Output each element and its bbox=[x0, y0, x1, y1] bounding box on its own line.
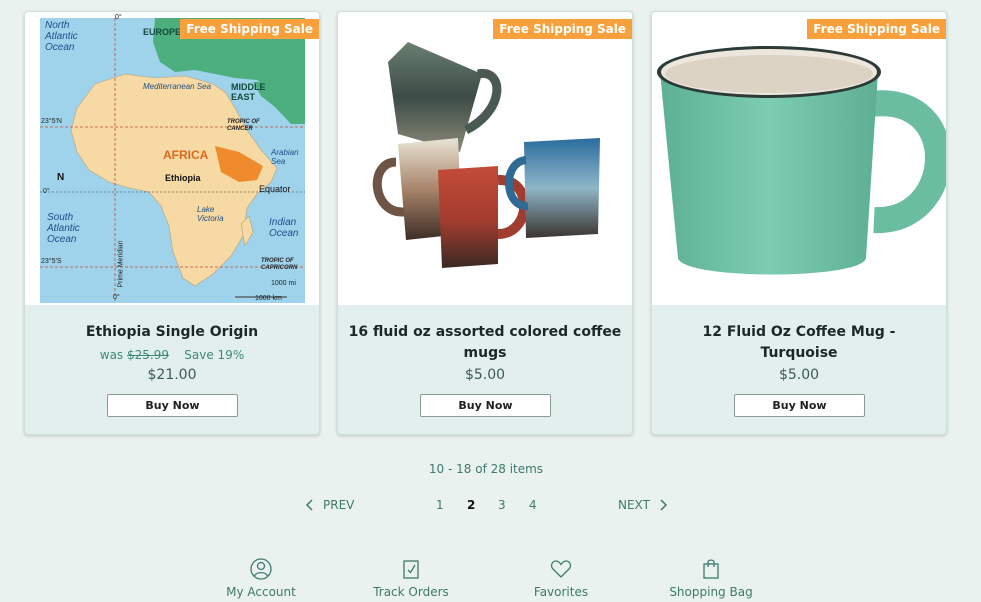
next-label: NEXT bbox=[618, 498, 650, 512]
product-title[interactable]: Ethiopia Single Origin bbox=[35, 322, 309, 343]
page-3-link[interactable]: 3 bbox=[498, 498, 506, 512]
map-label: 0° bbox=[113, 294, 120, 301]
map-label: EUROPE bbox=[143, 27, 182, 37]
map-label: Mediterranean Sea bbox=[143, 82, 212, 91]
save-percent: Save 19% bbox=[184, 348, 245, 362]
free-shipping-badge: Free Shipping Sale bbox=[807, 19, 946, 39]
map-label: 1000 mi bbox=[271, 280, 296, 287]
user-icon bbox=[250, 558, 272, 580]
map-label: Indian Ocean bbox=[269, 217, 299, 239]
assorted-mugs-image bbox=[372, 42, 600, 268]
buy-now-button[interactable]: Buy Now bbox=[420, 394, 551, 417]
free-shipping-badge: Free Shipping Sale bbox=[493, 19, 632, 39]
product-card[interactable]: North Atlantic Ocean 0° EUROPE Mediterra… bbox=[24, 11, 320, 435]
map-label: South Atlantic Ocean bbox=[47, 212, 80, 245]
next-page-button[interactable]: NEXT bbox=[618, 498, 668, 512]
chevron-right-icon bbox=[660, 499, 667, 511]
map-label: 23°5'N bbox=[41, 118, 62, 125]
page-2-link[interactable]: 2 bbox=[467, 498, 475, 512]
map-label: Prime Meridian bbox=[117, 240, 125, 288]
sale-info: was $25.99 Save 19% bbox=[25, 348, 319, 362]
turquoise-mug-image bbox=[657, 46, 946, 275]
pagination-info: 10 - 18 of 28 items bbox=[428, 462, 544, 476]
prev-label: PREV bbox=[323, 498, 355, 512]
product-image-assorted-mugs[interactable]: Free Shipping Sale bbox=[338, 12, 632, 305]
was-price: $25.99 bbox=[127, 348, 170, 362]
product-image-africa-map[interactable]: North Atlantic Ocean 0° EUROPE Mediterra… bbox=[25, 12, 319, 305]
product-price: $5.00 bbox=[464, 367, 506, 383]
buy-now-button[interactable]: Buy Now bbox=[107, 394, 238, 417]
was-label: was bbox=[99, 348, 124, 362]
footer-label: Track Orders bbox=[373, 585, 449, 599]
product-image-turquoise-mug[interactable]: Free Shipping Sale bbox=[652, 12, 946, 305]
map-label: MIDDLE EAST bbox=[231, 82, 266, 102]
map-label: TROPIC OF CAPRICORN bbox=[261, 258, 298, 271]
map-labels: North Atlantic Ocean 0° EUROPE Mediterra… bbox=[25, 12, 319, 305]
buy-now-button[interactable]: Buy Now bbox=[734, 394, 865, 417]
prev-page-button[interactable]: PREV bbox=[305, 498, 354, 512]
map-label: TROPIC OF CANCER bbox=[227, 119, 260, 132]
map-label: AFRICA bbox=[163, 148, 209, 162]
footer-label: Favorites bbox=[533, 585, 589, 599]
heart-icon bbox=[550, 560, 572, 578]
footer-favorites[interactable]: Favorites bbox=[501, 558, 621, 599]
footer-label: Shopping Bag bbox=[669, 585, 753, 599]
map-label: Ethiopia bbox=[165, 173, 201, 183]
footer-my-account[interactable]: My Account bbox=[201, 558, 321, 599]
product-title[interactable]: 12 Fluid Oz Coffee Mug - Turquoise bbox=[662, 322, 936, 364]
map-label: Arabian Sea bbox=[271, 148, 299, 166]
map-label: 0° bbox=[43, 188, 50, 195]
chevron-left-icon bbox=[305, 499, 313, 511]
map-label: N bbox=[57, 172, 65, 183]
product-title[interactable]: 16 fluid oz assorted colored coffee mugs bbox=[348, 322, 622, 364]
product-card[interactable]: Free Shipping Sale 16 fluid oz assorted … bbox=[337, 11, 633, 435]
map-label: 1000 km bbox=[255, 295, 282, 302]
map-label: 23°5'S bbox=[41, 258, 62, 265]
map-label: Lake Victoria bbox=[197, 205, 224, 223]
map-label: Equator bbox=[259, 184, 291, 194]
shopping-bag-icon bbox=[703, 559, 719, 579]
footer-label: My Account bbox=[226, 585, 296, 599]
footer-track-orders[interactable]: Track Orders bbox=[351, 558, 471, 599]
map-label: North Atlantic Ocean bbox=[45, 20, 78, 53]
page-4-link[interactable]: 4 bbox=[529, 498, 537, 512]
map-label: 0° bbox=[115, 14, 122, 21]
clipboard-check-icon bbox=[403, 560, 419, 579]
footer-shopping-bag[interactable]: Shopping Bag bbox=[651, 558, 771, 599]
product-card[interactable]: Free Shipping Sale 12 Fluid Oz Coffee Mu… bbox=[651, 11, 947, 435]
product-price: $5.00 bbox=[778, 367, 820, 383]
product-price: $21.00 bbox=[147, 367, 197, 383]
page-1-link[interactable]: 1 bbox=[436, 498, 444, 512]
free-shipping-badge: Free Shipping Sale bbox=[180, 19, 319, 39]
